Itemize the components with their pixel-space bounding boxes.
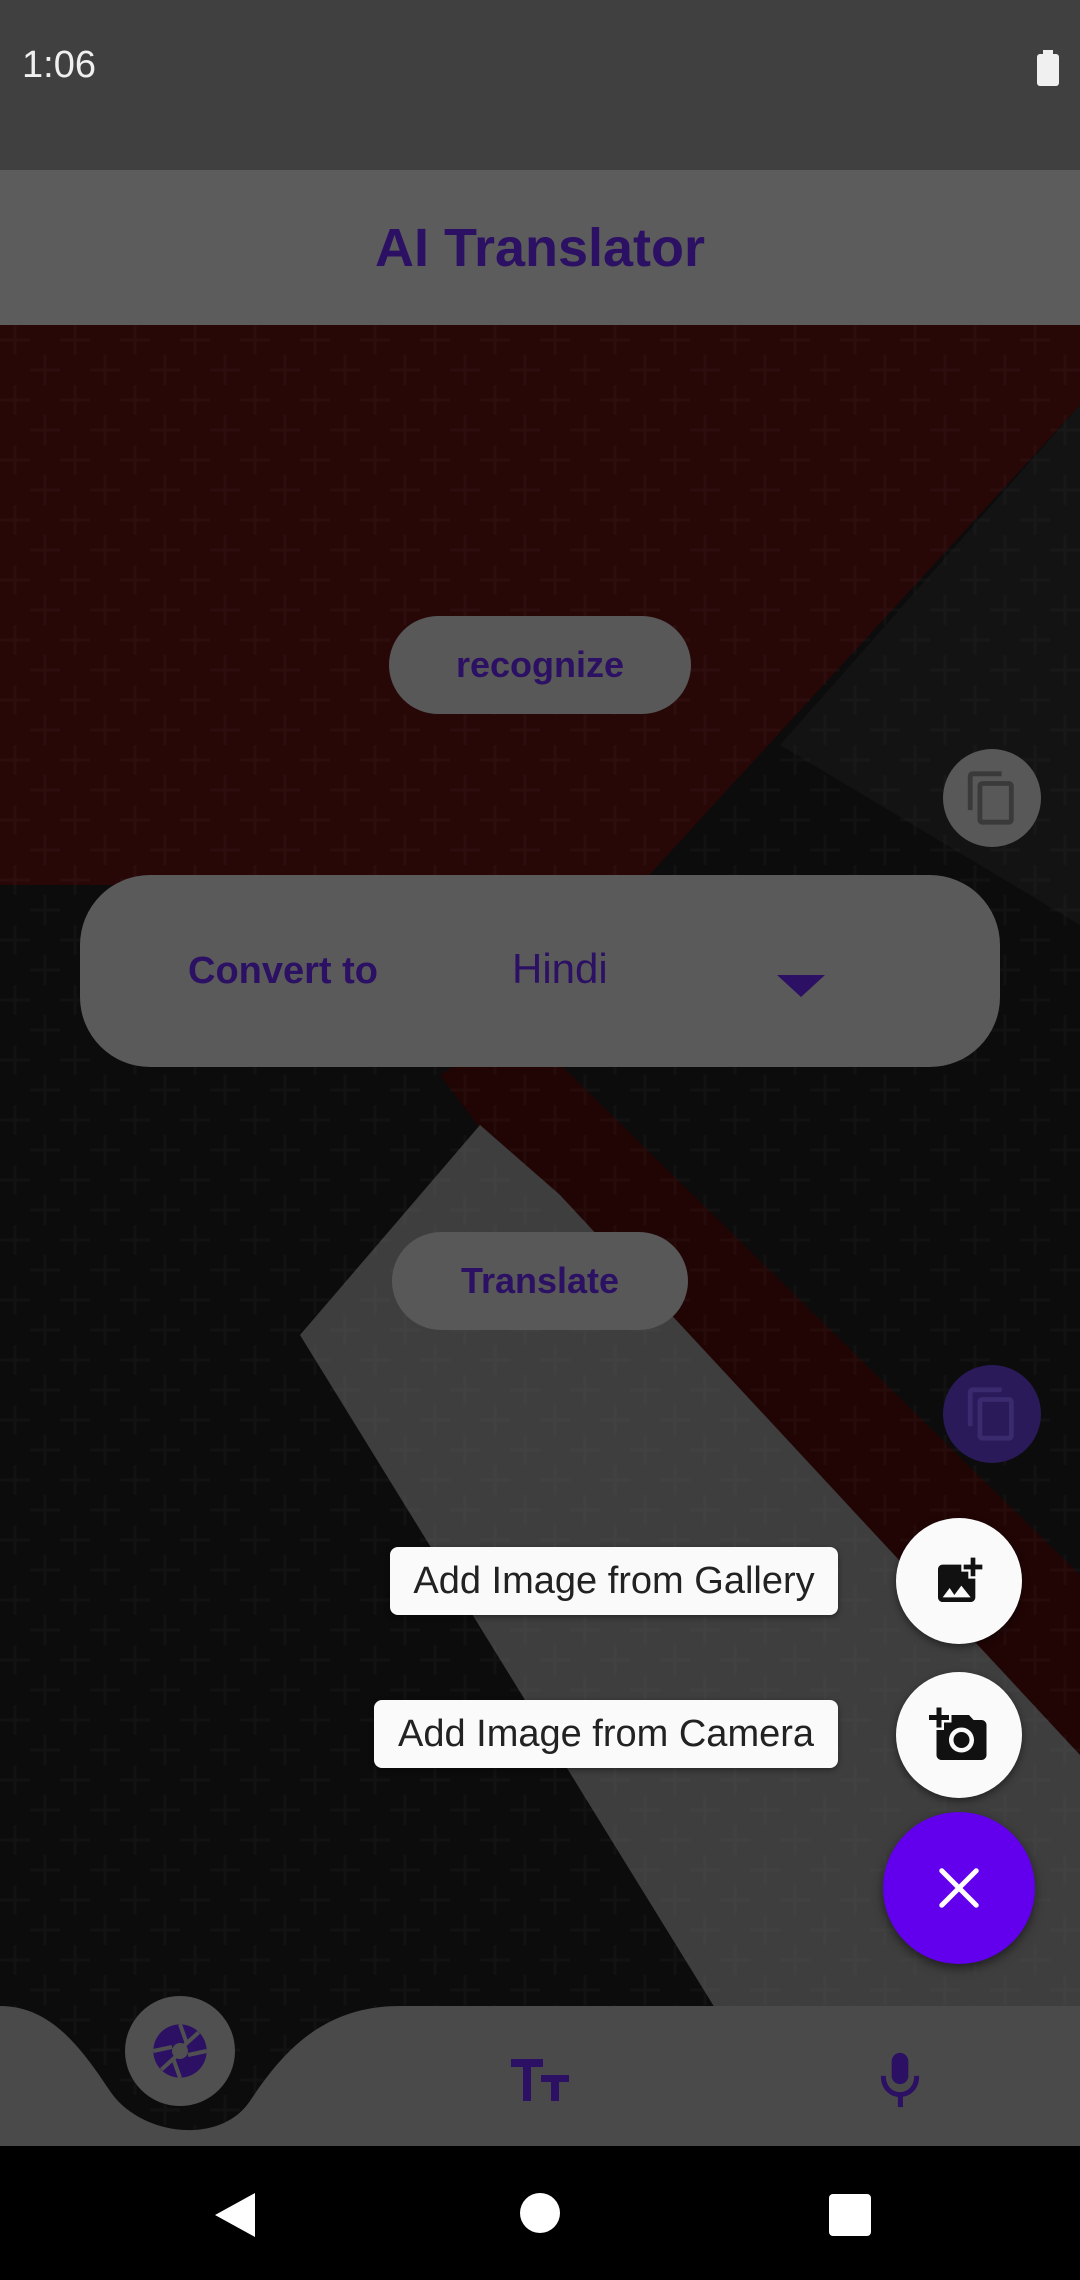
nav-microphone-button[interactable] [860,2040,940,2120]
add-from-camera-label[interactable]: Add Image from Camera [374,1700,838,1768]
recents-square-icon [829,2194,871,2236]
copy-translated-button[interactable] [943,1365,1041,1463]
system-recents-button[interactable] [815,2180,885,2250]
status-time: 1:06 [22,44,96,86]
add-camera-icon [929,1707,987,1760]
recognize-button[interactable]: recognize [389,616,691,714]
app-bar: AI Translator [0,170,1080,325]
translate-button[interactable]: Translate [392,1232,688,1330]
close-icon [939,1868,979,1908]
chevron-down-icon[interactable] [777,975,825,997]
nav-text-button[interactable] [500,2040,580,2120]
status-bar: 1:06 [0,0,1080,170]
add-from-gallery-button[interactable] [896,1518,1022,1644]
system-navigation-bar [0,2146,1080,2280]
language-dropdown[interactable]: Hindi [512,945,608,993]
system-back-button[interactable] [200,2180,270,2250]
nav-camera-button[interactable] [125,1996,235,2106]
text-size-icon [511,2059,569,2101]
microphone-icon [880,2052,920,2108]
battery-full-icon [1037,50,1059,86]
close-speed-dial-button[interactable] [883,1812,1035,1964]
copy-icon [967,1387,1014,1441]
back-triangle-icon [215,2193,255,2237]
camera-lens-icon [152,2023,208,2079]
add-photo-icon [938,1557,983,1602]
copy-recognized-button[interactable] [943,749,1041,847]
add-from-camera-button[interactable] [896,1672,1022,1798]
convert-to-card: Convert to Hindi [80,875,1000,1067]
system-home-button[interactable] [505,2178,575,2248]
add-from-gallery-label[interactable]: Add Image from Gallery [390,1547,838,1615]
home-circle-icon [520,2193,560,2233]
convert-to-label: Convert to [188,950,378,992]
copy-icon [967,771,1014,825]
app-title: AI Translator [374,217,706,278]
